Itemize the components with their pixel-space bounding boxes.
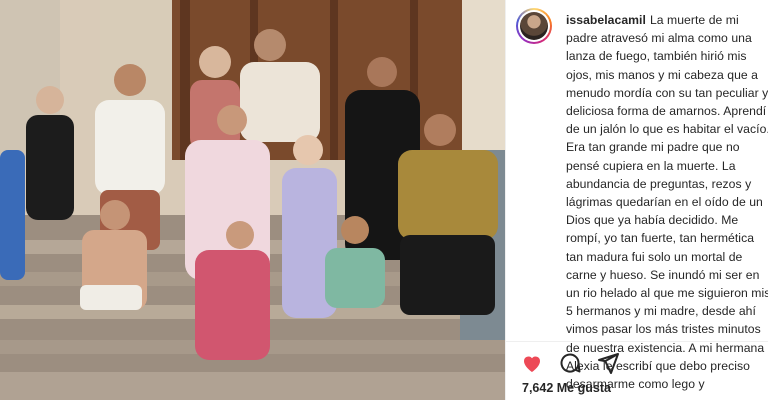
divider <box>506 341 768 342</box>
likes-count[interactable]: 7,642 Me gusta <box>522 381 611 395</box>
heart-icon[interactable] <box>520 351 544 375</box>
share-icon[interactable] <box>596 351 620 375</box>
username-link[interactable]: issabelacamil <box>566 13 646 27</box>
comment-icon[interactable] <box>558 351 582 375</box>
caption-text: La muerte de mi padre atravesó mi alma c… <box>566 13 768 392</box>
action-bar <box>520 351 620 375</box>
family-photo-illustration <box>0 0 505 400</box>
post-photo[interactable] <box>0 0 505 400</box>
avatar-image <box>520 12 548 40</box>
avatar[interactable] <box>516 8 552 44</box>
post-caption: issabelacamil La muerte de mi padre atrav… <box>566 11 768 393</box>
instagram-post: issabelacamil La muerte de mi padre atrav… <box>0 0 768 400</box>
